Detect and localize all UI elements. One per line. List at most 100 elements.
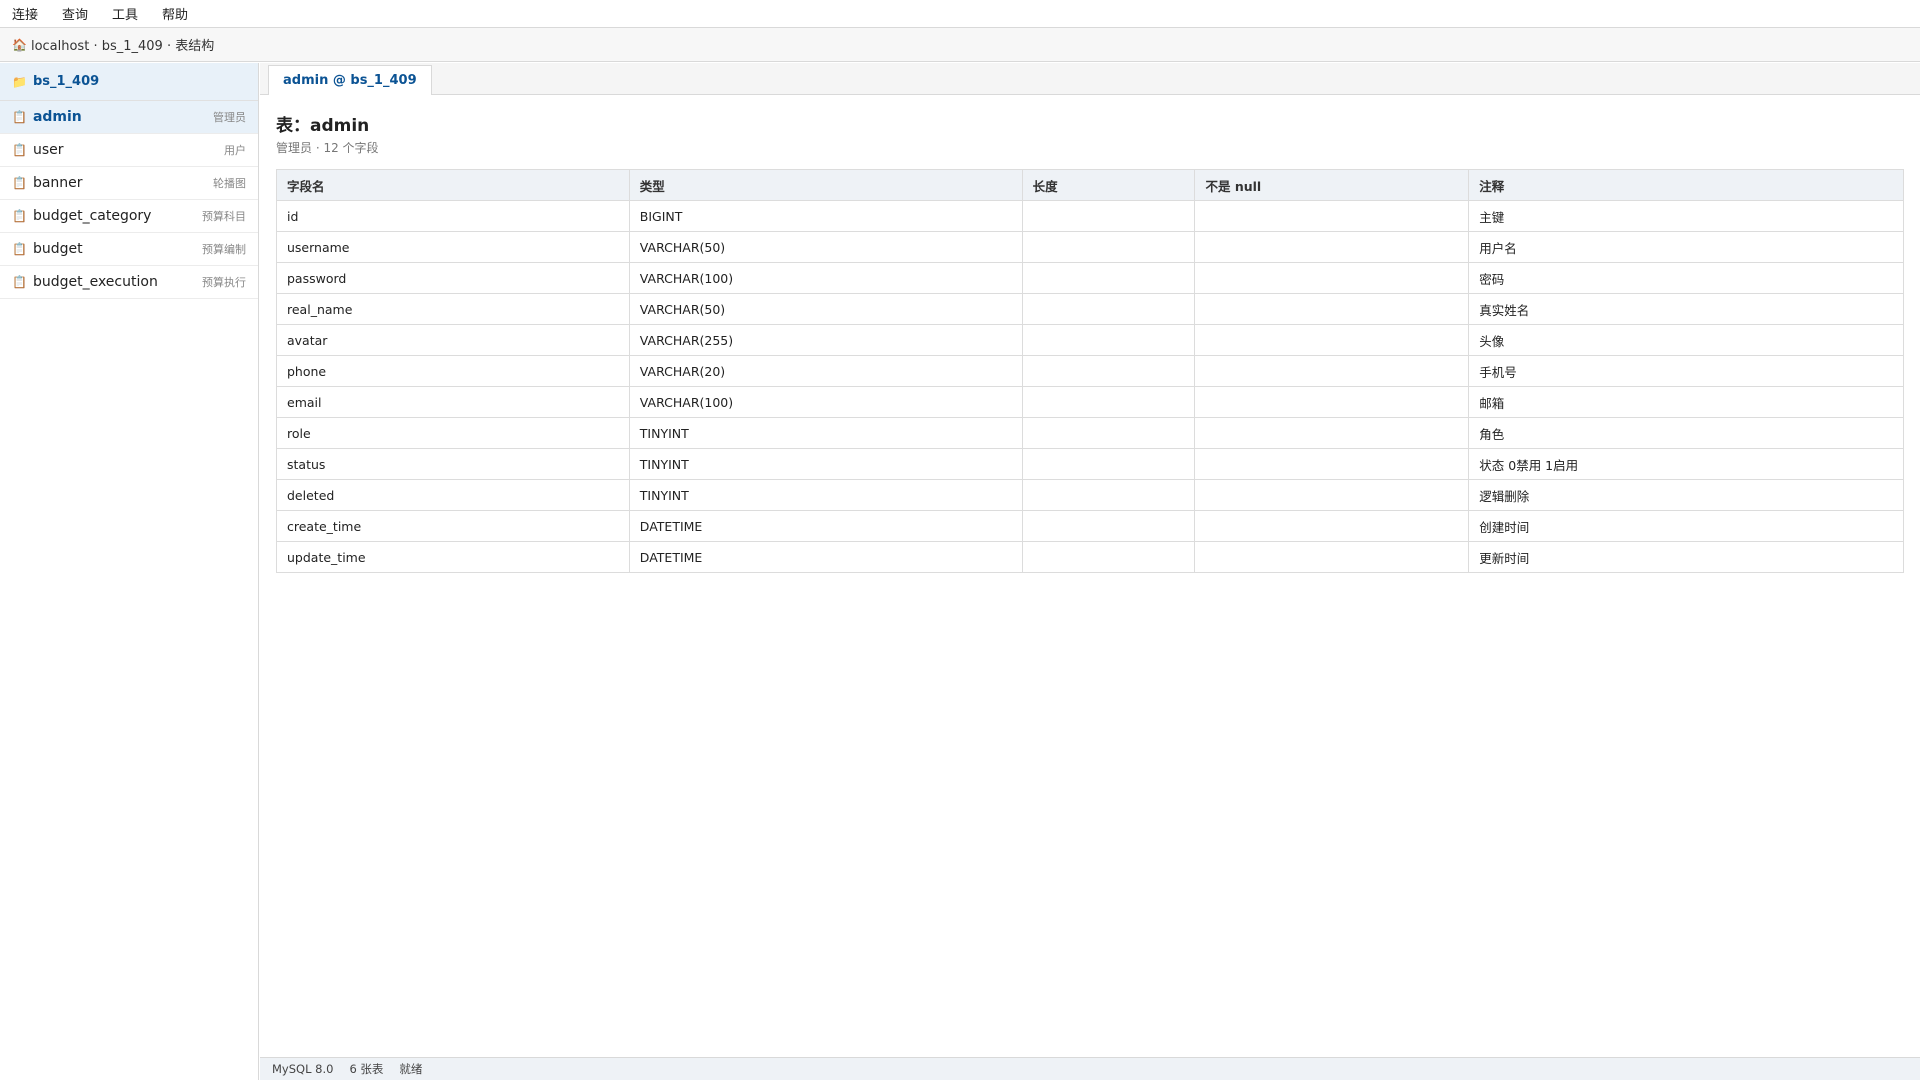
table-row[interactable]: avatar VARCHAR(255) 头像 bbox=[276, 324, 1904, 356]
breadcrumb: 🏠 localhost · bs_1_409 · 表结构 bbox=[0, 28, 1920, 62]
table-icon: 📋 bbox=[12, 209, 27, 223]
cell-comment: 逻辑删除 bbox=[1468, 479, 1904, 511]
cell-field: avatar bbox=[276, 324, 630, 356]
table-row[interactable]: phone VARCHAR(20) 手机号 bbox=[276, 355, 1904, 387]
cell-field: status bbox=[276, 448, 630, 480]
cell-not-null bbox=[1194, 231, 1470, 263]
table-row[interactable]: username VARCHAR(50) 用户名 bbox=[276, 231, 1904, 263]
breadcrumb-text: localhost · bs_1_409 · 表结构 bbox=[30, 39, 215, 54]
table-row[interactable]: status TINYINT 状态 0禁用 1启用 bbox=[276, 448, 1904, 480]
cell-length bbox=[1021, 448, 1196, 480]
cell-field: email bbox=[276, 386, 630, 418]
table-comment: 预算执行 bbox=[202, 276, 246, 289]
menu-query[interactable]: 查询 bbox=[50, 4, 100, 23]
cell-type: VARCHAR(20) bbox=[628, 355, 1023, 387]
cell-comment: 创建时间 bbox=[1468, 510, 1904, 542]
table-comment: 用户 bbox=[224, 144, 246, 157]
table-header-row: 字段名 类型 长度 不是 null 注释 bbox=[276, 169, 1904, 201]
database-name: bs_1_409 bbox=[32, 74, 100, 89]
cell-length bbox=[1021, 262, 1196, 294]
table-row[interactable]: real_name VARCHAR(50) 真实姓名 bbox=[276, 293, 1904, 325]
cell-type: TINYINT bbox=[628, 479, 1023, 511]
cell-type: VARCHAR(255) bbox=[628, 324, 1023, 356]
menu-tools[interactable]: 工具 bbox=[100, 4, 150, 23]
status-bar: MySQL 8.0 6 张表 就绪 bbox=[260, 1057, 1920, 1080]
folder-icon: 📁 bbox=[12, 74, 27, 89]
table-icon: 📋 bbox=[12, 275, 27, 289]
home-icon[interactable]: 🏠 bbox=[12, 38, 27, 52]
status-db-version: MySQL 8.0 bbox=[272, 1062, 334, 1076]
column-header-field[interactable]: 字段名 bbox=[276, 169, 630, 201]
cell-not-null bbox=[1194, 510, 1470, 542]
sidebar-item-admin[interactable]: 📋 admin 管理员 bbox=[0, 101, 258, 134]
table-name: budget_category bbox=[32, 208, 152, 224]
cell-length bbox=[1021, 200, 1196, 232]
sidebar-item-budget[interactable]: 📋 budget 预算编制 bbox=[0, 233, 258, 266]
column-header-comment[interactable]: 注释 bbox=[1468, 169, 1904, 201]
page-title: 表：admin bbox=[276, 116, 370, 136]
cell-type: VARCHAR(50) bbox=[628, 231, 1023, 263]
cell-type: DATETIME bbox=[628, 541, 1023, 573]
page-subtitle: 管理员 · 12 个字段 bbox=[276, 141, 379, 155]
table-icon: 📋 bbox=[12, 143, 27, 157]
sidebar-database[interactable]: 📁 bs_1_409 bbox=[0, 63, 258, 101]
cell-length bbox=[1021, 293, 1196, 325]
table-row[interactable]: role TINYINT 角色 bbox=[276, 417, 1904, 449]
fields-table: 字段名 类型 长度 不是 null 注释 id BIGINT 主键 userna… bbox=[276, 169, 1904, 573]
table-comment: 轮播图 bbox=[213, 177, 246, 190]
cell-length bbox=[1021, 355, 1196, 387]
menu-help[interactable]: 帮助 bbox=[150, 4, 200, 23]
cell-not-null bbox=[1194, 200, 1470, 232]
cell-field: id bbox=[276, 200, 630, 232]
cell-field: update_time bbox=[276, 541, 630, 573]
cell-field: role bbox=[276, 417, 630, 449]
status-table-count: 6 张表 bbox=[349, 1062, 384, 1076]
main-panel: admin @ bs_1_409 表：admin 管理员 · 12 个字段 字段… bbox=[260, 63, 1920, 1057]
sidebar-item-budget-execution[interactable]: 📋 budget_execution 预算执行 bbox=[0, 266, 258, 299]
sidebar-item-user[interactable]: 📋 user 用户 bbox=[0, 134, 258, 167]
menu-bar: 连接 查询 工具 帮助 bbox=[0, 0, 1920, 28]
cell-not-null bbox=[1194, 541, 1470, 573]
cell-type: VARCHAR(100) bbox=[628, 386, 1023, 418]
table-row[interactable]: password VARCHAR(100) 密码 bbox=[276, 262, 1904, 294]
cell-not-null bbox=[1194, 324, 1470, 356]
cell-type: TINYINT bbox=[628, 448, 1023, 480]
cell-comment: 邮箱 bbox=[1468, 386, 1904, 418]
table-name: user bbox=[32, 142, 64, 158]
cell-comment: 头像 bbox=[1468, 324, 1904, 356]
table-name: budget_execution bbox=[32, 274, 158, 290]
cell-field: username bbox=[276, 231, 630, 263]
cell-not-null bbox=[1194, 479, 1470, 511]
column-header-type[interactable]: 类型 bbox=[628, 169, 1023, 201]
cell-comment: 真实姓名 bbox=[1468, 293, 1904, 325]
table-name: admin bbox=[32, 109, 82, 125]
cell-length bbox=[1021, 541, 1196, 573]
cell-not-null bbox=[1194, 355, 1470, 387]
table-row[interactable]: deleted TINYINT 逻辑删除 bbox=[276, 479, 1904, 511]
sidebar-item-budget-category[interactable]: 📋 budget_category 预算科目 bbox=[0, 200, 258, 233]
cell-field: phone bbox=[276, 355, 630, 387]
tab-strip: admin @ bs_1_409 bbox=[260, 63, 1920, 95]
cell-type: TINYINT bbox=[628, 417, 1023, 449]
cell-comment: 角色 bbox=[1468, 417, 1904, 449]
table-comment: 预算科目 bbox=[202, 210, 246, 223]
column-header-length[interactable]: 长度 bbox=[1021, 169, 1196, 201]
cell-comment: 状态 0禁用 1启用 bbox=[1468, 448, 1904, 480]
menu-connect[interactable]: 连接 bbox=[0, 4, 50, 23]
table-row[interactable]: id BIGINT 主键 bbox=[276, 200, 1904, 232]
cell-comment: 手机号 bbox=[1468, 355, 1904, 387]
cell-length bbox=[1021, 510, 1196, 542]
table-row[interactable]: update_time DATETIME 更新时间 bbox=[276, 541, 1904, 573]
tab-admin[interactable]: admin @ bs_1_409 bbox=[268, 65, 432, 95]
cell-field: create_time bbox=[276, 510, 630, 542]
column-header-not-null[interactable]: 不是 null bbox=[1194, 169, 1470, 201]
sidebar-item-banner[interactable]: 📋 banner 轮播图 bbox=[0, 167, 258, 200]
cell-comment: 用户名 bbox=[1468, 231, 1904, 263]
cell-not-null bbox=[1194, 293, 1470, 325]
table-row[interactable]: email VARCHAR(100) 邮箱 bbox=[276, 386, 1904, 418]
table-icon: 📋 bbox=[12, 176, 27, 190]
cell-length bbox=[1021, 386, 1196, 418]
cell-type: VARCHAR(50) bbox=[628, 293, 1023, 325]
table-row[interactable]: create_time DATETIME 创建时间 bbox=[276, 510, 1904, 542]
cell-field: deleted bbox=[276, 479, 630, 511]
